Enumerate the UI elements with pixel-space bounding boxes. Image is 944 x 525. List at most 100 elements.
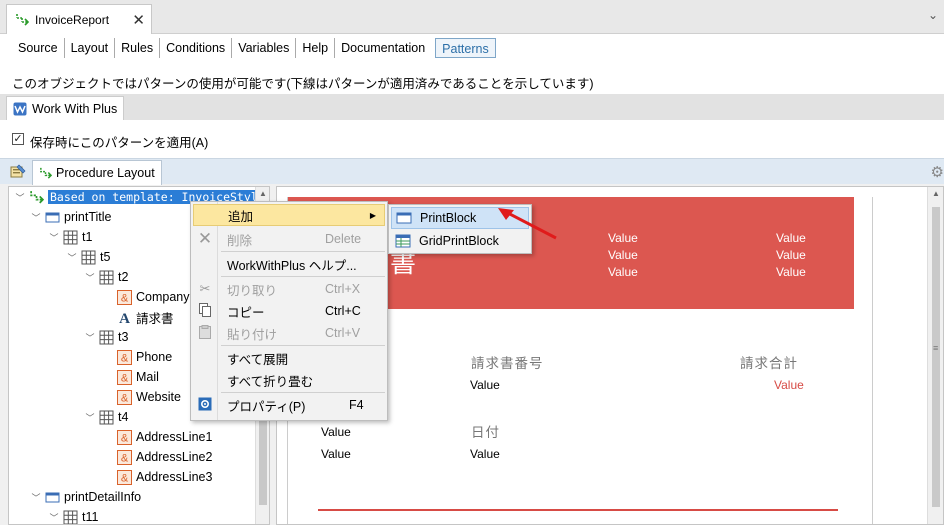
- menu-item-copy[interactable]: コピー Ctrl+C: [193, 300, 385, 322]
- scroll-up-arrow-icon[interactable]: ▲: [259, 189, 267, 198]
- pattern-tab-strip: Work With Plus: [0, 94, 944, 120]
- settings-gear-icon[interactable]: ⚙: [931, 163, 944, 181]
- tree-node[interactable]: ﹀ t3: [85, 327, 128, 347]
- tree-node[interactable]: & AddressLine1: [117, 427, 212, 447]
- tree-node[interactable]: & Website: [117, 387, 181, 407]
- table-icon: [99, 410, 114, 424]
- canvas-scroll-thumb[interactable]: [932, 207, 940, 507]
- apply-on-save-checkbox[interactable]: ✓: [12, 133, 24, 145]
- tree-node[interactable]: ﹀ t1: [49, 227, 92, 247]
- tree-node[interactable]: ﹀ t4: [85, 407, 128, 427]
- header-value: Value: [608, 265, 638, 279]
- attribute-icon: &: [117, 289, 132, 305]
- tree-node-label: printDetailInfo: [64, 490, 142, 504]
- attribute-icon: &: [117, 349, 132, 365]
- menu-item-properties[interactable]: プロパティ(P) F4: [193, 394, 385, 416]
- tree-node[interactable]: A 請求書: [117, 307, 174, 327]
- tree-node[interactable]: & Phone: [117, 347, 172, 367]
- tab-documentation[interactable]: Documentation: [335, 38, 431, 58]
- tab-variables[interactable]: Variables: [232, 38, 297, 58]
- tree-node[interactable]: ﹀ printTitle: [31, 207, 111, 227]
- tree-node-label: AddressLine2: [136, 450, 213, 464]
- attribute-icon: &: [117, 469, 132, 485]
- separator-rule: [318, 509, 838, 511]
- table-icon: [81, 250, 96, 264]
- tab-layout[interactable]: Layout: [65, 38, 116, 58]
- menu-item-shortcut: Ctrl+V: [325, 326, 361, 340]
- table-icon: [63, 230, 78, 244]
- apply-on-save-label: 保存時にこのパターンを適用(A): [30, 136, 209, 150]
- collapse-toggle-icon[interactable]: ﹀: [85, 271, 95, 284]
- menu-item-paste[interactable]: 貼り付け Ctrl+V: [193, 322, 385, 344]
- tab-source[interactable]: Source: [12, 38, 65, 58]
- object-view-tabs: Source Layout Rules Conditions Variables…: [0, 34, 944, 62]
- attribute-icon: &: [117, 449, 132, 465]
- menu-item-label: 貼り付け: [227, 327, 278, 342]
- header-value: Value: [776, 231, 806, 245]
- tree-node-label: 請求書: [136, 311, 174, 326]
- collapse-toggle-icon[interactable]: ﹀: [85, 331, 95, 344]
- collapse-toggle-icon[interactable]: ﹀: [67, 251, 77, 264]
- tab-overflow-chevron-icon[interactable]: ⌄: [928, 8, 938, 22]
- menu-item-expand-all[interactable]: すべて展開: [193, 347, 385, 369]
- document-tab-strip: InvoiceReport ✕ ⌄: [0, 0, 944, 34]
- document-tab-invoicereport[interactable]: InvoiceReport ✕: [6, 4, 152, 34]
- menu-item-workwithplus-help[interactable]: WorkWithPlus ヘルプ...: [193, 253, 385, 275]
- tree-node-label: t2: [118, 270, 129, 284]
- canvas-vertical-scrollbar[interactable]: ▲ ≡: [927, 187, 943, 524]
- tree-node-label: t11: [82, 510, 99, 524]
- tab-procedure-layout-label: Procedure Layout: [56, 166, 155, 180]
- menu-item-label: 追加: [228, 209, 254, 224]
- svg-text:&: &: [121, 472, 129, 484]
- tab-rules[interactable]: Rules: [115, 38, 161, 58]
- tree-node-label: AddressLine3: [136, 470, 213, 484]
- textblock-icon: A: [119, 311, 130, 325]
- scroll-up-arrow-icon[interactable]: ▲: [932, 189, 940, 198]
- tree-node-label: Phone: [136, 350, 173, 364]
- menu-item-label: 切り取り: [227, 283, 278, 298]
- left-value: Value: [321, 425, 351, 439]
- template-icon: [30, 190, 44, 203]
- tab-conditions[interactable]: Conditions: [160, 38, 233, 58]
- tree-node[interactable]: & Company: [117, 287, 190, 307]
- edit-properties-icon[interactable]: [10, 164, 26, 178]
- menu-item-delete[interactable]: ✕ 削除 Delete: [193, 228, 385, 250]
- collapse-toggle-icon[interactable]: ﹀: [15, 191, 25, 204]
- invoice-total-label: 請求合計: [740, 356, 798, 371]
- tab-patterns[interactable]: Patterns: [435, 38, 496, 58]
- tree-node[interactable]: ﹀ printDetailInfo: [31, 487, 141, 507]
- tree-node[interactable]: & AddressLine3: [117, 467, 212, 487]
- procedure-icon: [16, 13, 29, 26]
- tree-node-label: t1: [82, 230, 93, 244]
- collapse-toggle-icon[interactable]: ﹀: [49, 511, 59, 524]
- tab-work-with-plus[interactable]: Work With Plus: [6, 96, 125, 120]
- tree-node-label: printTitle: [64, 210, 112, 224]
- date-label: 日付: [471, 425, 500, 440]
- table-icon: [99, 330, 114, 344]
- submenu-item-label: GridPrintBlock: [419, 234, 499, 248]
- collapse-toggle-icon[interactable]: ﹀: [31, 211, 41, 224]
- procedure-icon: [40, 167, 52, 179]
- menu-item-shortcut: Delete: [325, 232, 362, 246]
- patterns-info-text: このオブジェクトではパターンの使用が可能です(下線はパターンが適用済みであること…: [0, 62, 944, 94]
- collapse-toggle-icon[interactable]: ﹀: [31, 491, 41, 504]
- tree-node[interactable]: ﹀ t5: [67, 247, 110, 267]
- menu-item-label: すべて折り畳む: [227, 374, 314, 389]
- tree-node[interactable]: ﹀ t2: [85, 267, 128, 287]
- menu-item-collapse-all[interactable]: すべて折り畳む: [193, 369, 385, 391]
- tab-procedure-layout[interactable]: Procedure Layout: [32, 160, 162, 185]
- properties-icon: [193, 397, 217, 414]
- menu-item-label: すべて展開: [227, 352, 289, 367]
- tree-node[interactable]: ﹀ t11: [49, 507, 99, 524]
- tree-node-label: AddressLine1: [136, 430, 213, 444]
- menu-item-cut[interactable]: ✂ 切り取り Ctrl+X: [193, 278, 385, 300]
- menu-item-add[interactable]: 追加 ▶: [193, 204, 385, 226]
- tab-help[interactable]: Help: [296, 38, 336, 58]
- collapse-toggle-icon[interactable]: ﹀: [49, 231, 59, 244]
- tree-node[interactable]: & Mail: [117, 367, 159, 387]
- close-tab-icon[interactable]: ✕: [132, 11, 145, 29]
- collapse-toggle-icon[interactable]: ﹀: [85, 411, 95, 424]
- tree-node[interactable]: & AddressLine2: [117, 447, 212, 467]
- attribute-icon: &: [117, 429, 132, 445]
- menu-item-shortcut: Ctrl+C: [325, 304, 361, 318]
